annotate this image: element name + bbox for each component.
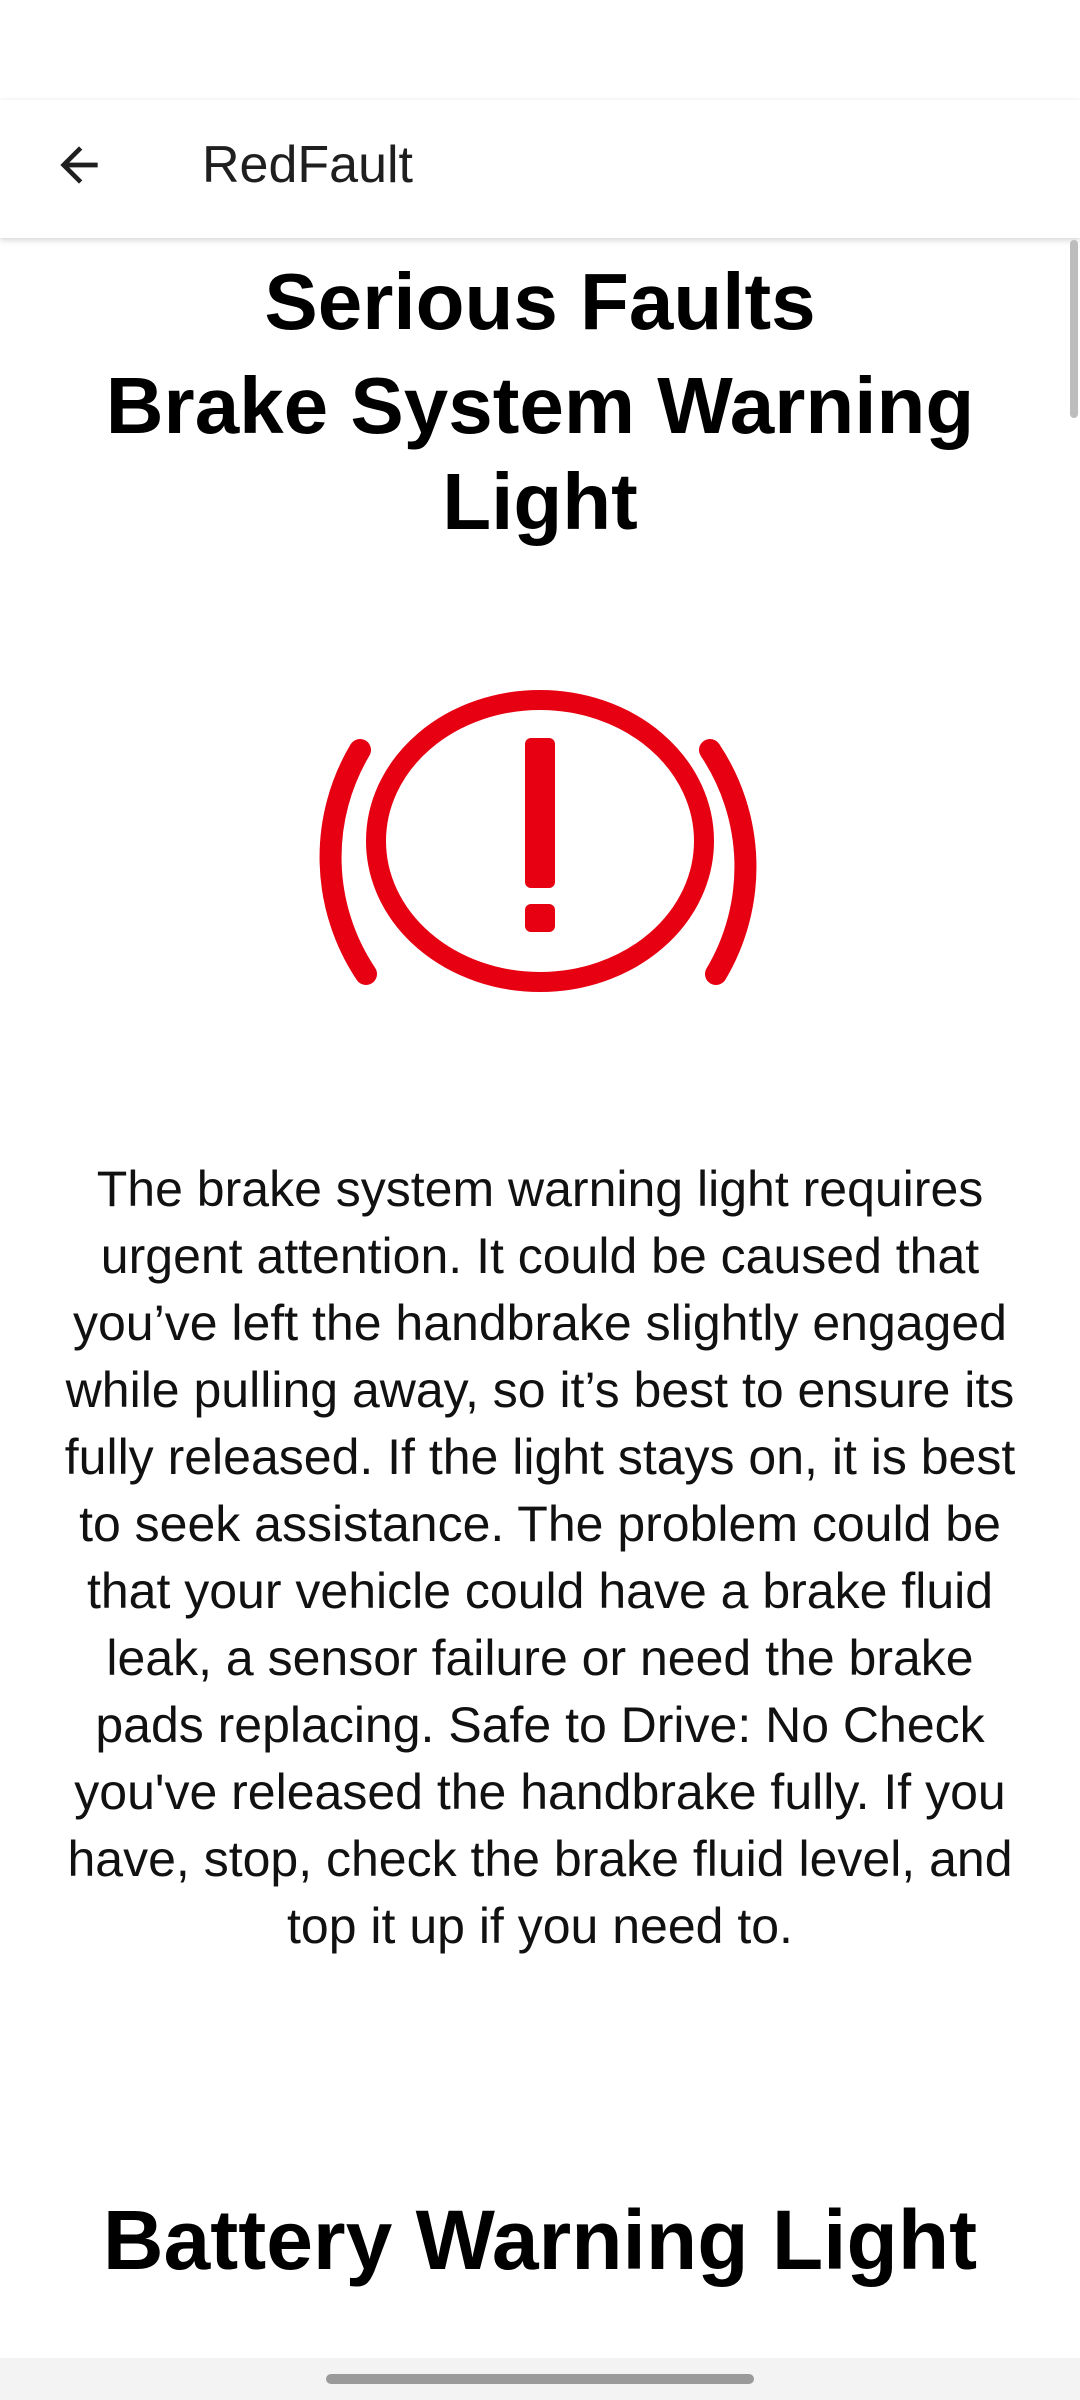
category-heading: Serious Faults <box>264 257 816 346</box>
back-button[interactable] <box>36 122 122 208</box>
brake-warning-icon <box>319 690 757 992</box>
section-description: The brake system warning light requires … <box>64 1161 1016 1954</box>
section-title: Brake System Warning Light <box>105 361 975 546</box>
arrow-left-icon <box>60 146 98 184</box>
status-bar <box>0 0 1080 100</box>
section-title: Battery Warning Light <box>102 2193 978 2287</box>
scrollbar[interactable] <box>1070 240 1078 418</box>
brake-warning-image <box>192 642 832 1022</box>
app-bar: RedFault <box>0 100 1080 238</box>
content-scroll-area[interactable]: Serious Faults Brake System Warning Ligh… <box>0 238 1080 2358</box>
navigation-bar <box>0 2358 1080 2400</box>
home-indicator[interactable] <box>326 2374 754 2384</box>
app-title: RedFault <box>202 136 413 194</box>
